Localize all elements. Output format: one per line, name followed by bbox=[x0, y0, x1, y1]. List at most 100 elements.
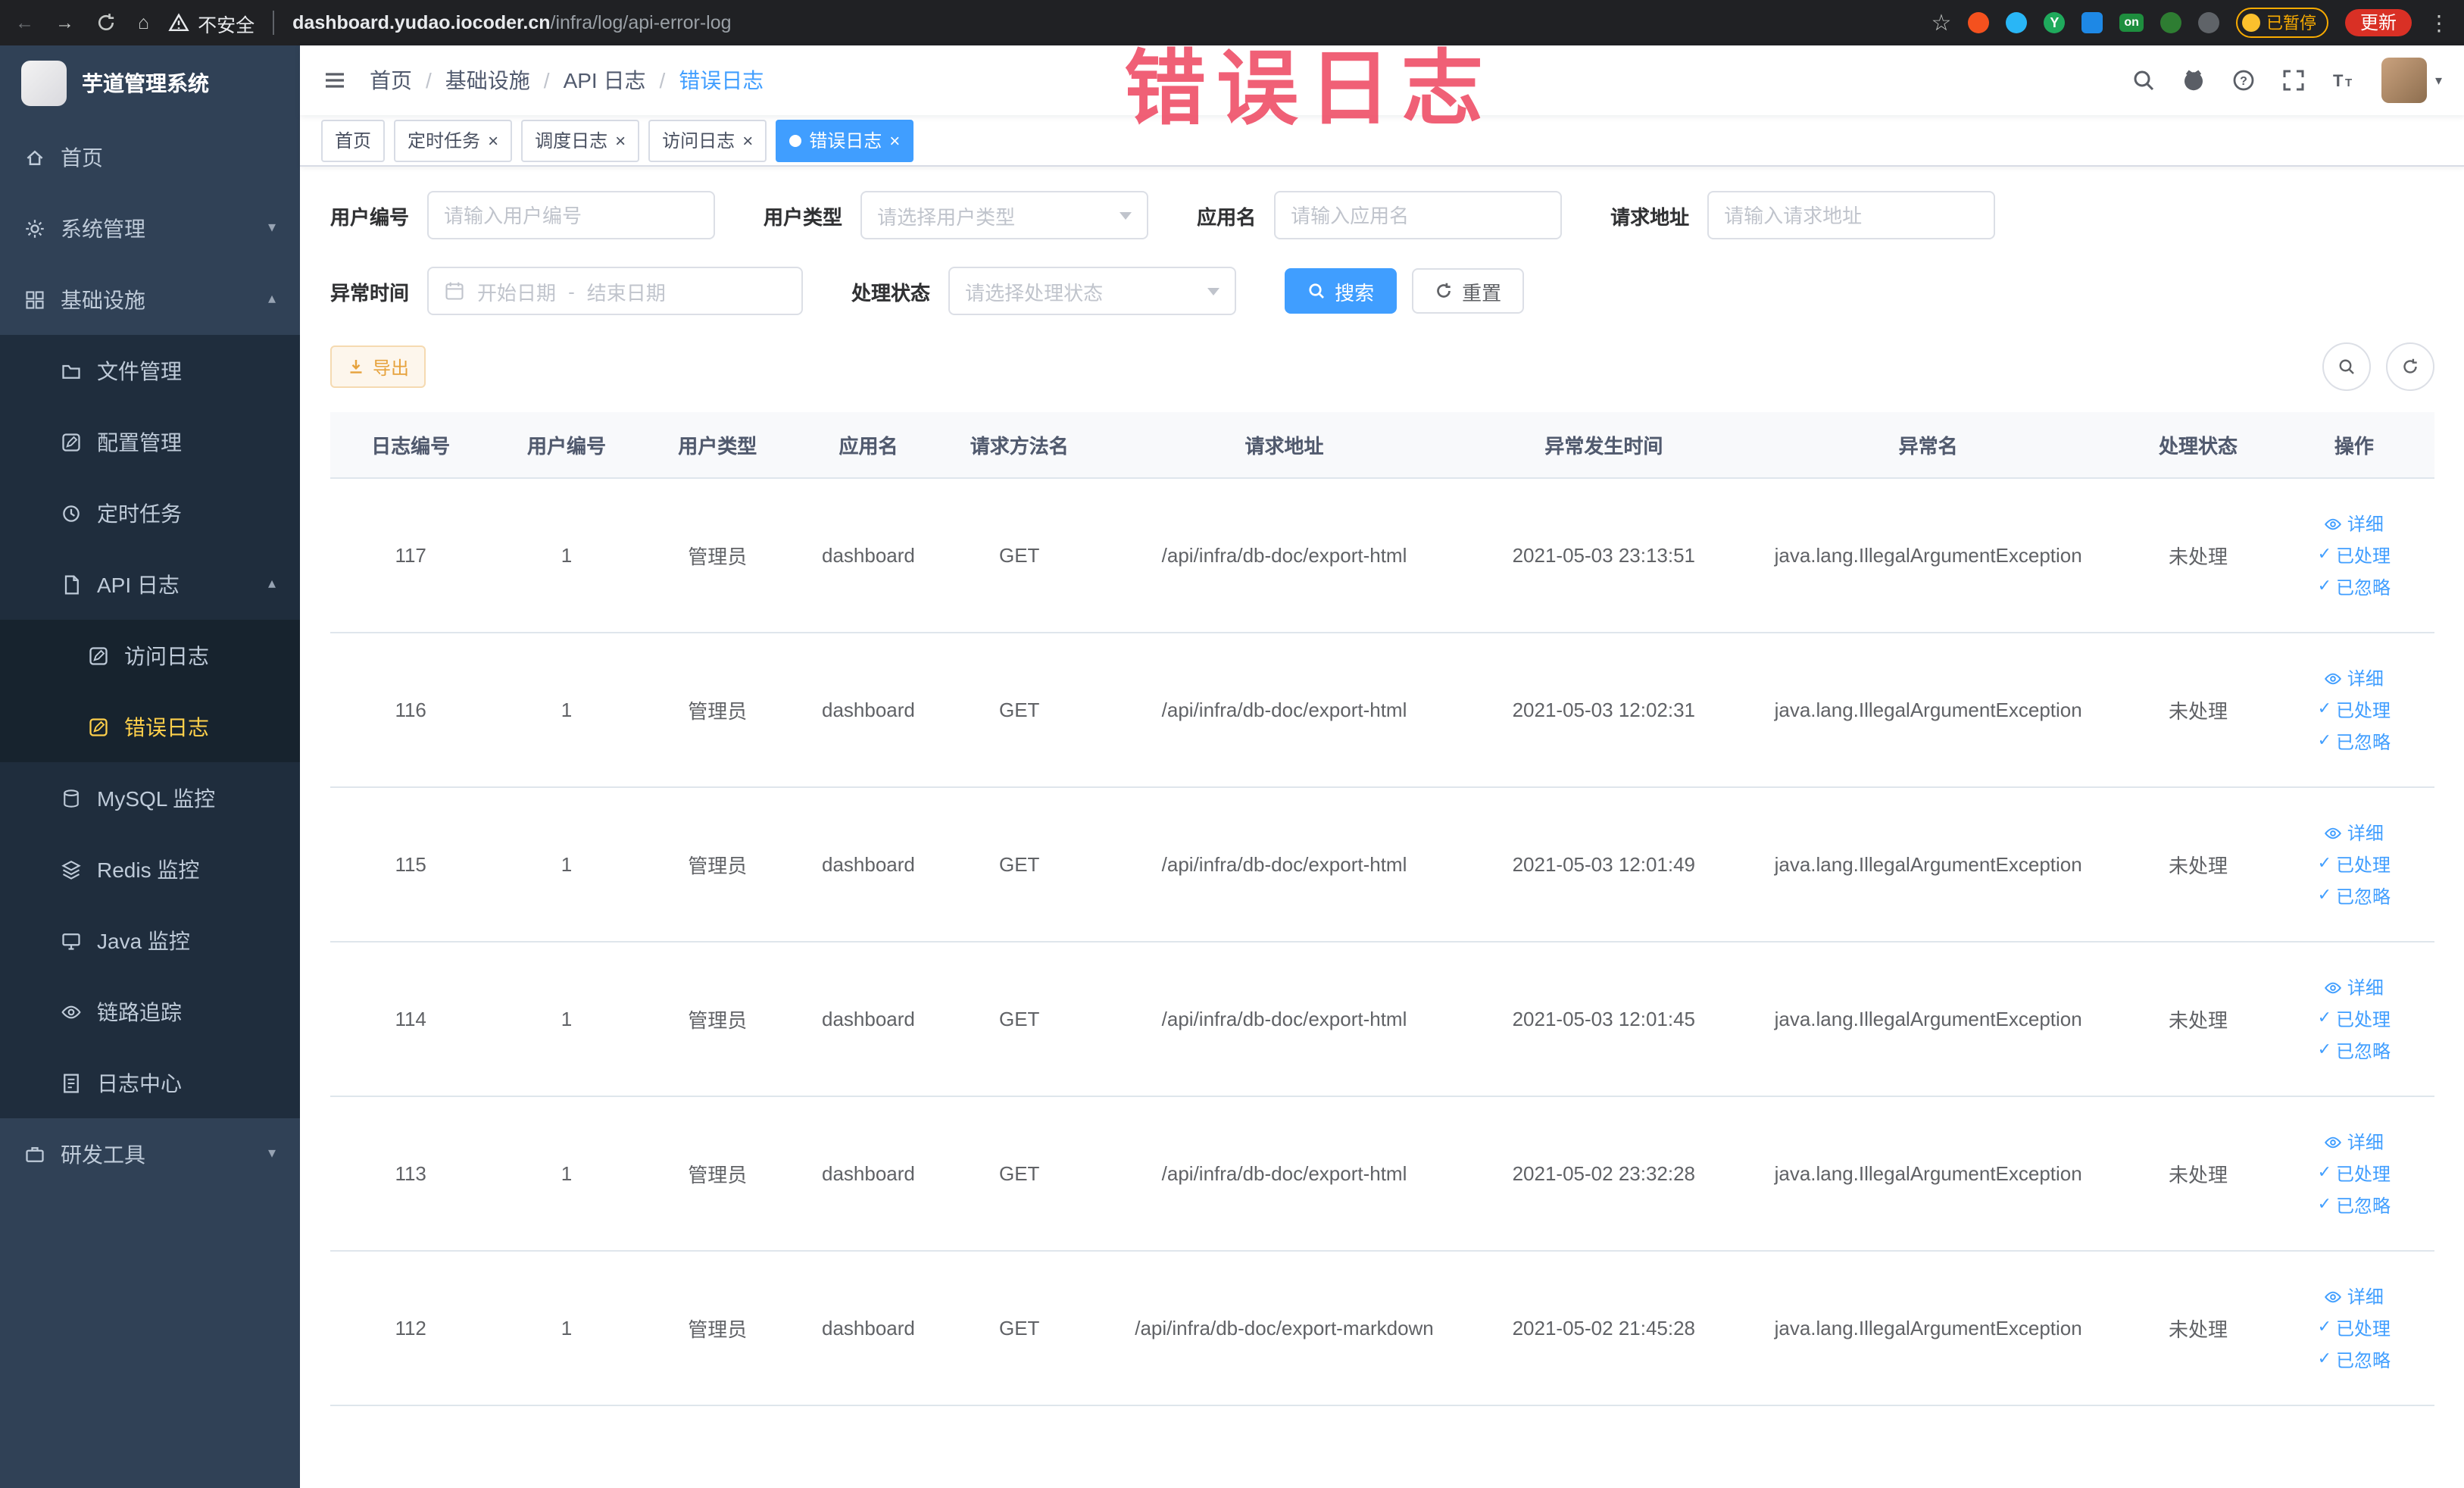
reset-button[interactable]: 重置 bbox=[1412, 268, 1525, 314]
extension-icon[interactable] bbox=[2160, 12, 2181, 33]
sidebar-item-log-center[interactable]: 日志中心 bbox=[0, 1047, 300, 1118]
sidebar-item-infra[interactable]: 基础设施 ▴ bbox=[0, 264, 300, 335]
home-button[interactable]: ⌂ bbox=[138, 12, 149, 33]
app-name-input[interactable] bbox=[1274, 191, 1563, 239]
extension-icon[interactable] bbox=[2006, 12, 2028, 33]
mark-ignored-link[interactable]: ✓ 已忽略 bbox=[2318, 1193, 2391, 1218]
back-button[interactable]: ← bbox=[15, 12, 34, 33]
detail-link[interactable]: 详细 bbox=[2325, 974, 2384, 1000]
mark-ignored-link[interactable]: ✓ 已忽略 bbox=[2318, 729, 2391, 755]
paused-badge[interactable]: 已暂停 bbox=[2235, 8, 2328, 38]
browser-menu-dots[interactable]: ⋮ bbox=[2428, 10, 2450, 36]
sidebar-item-tracing[interactable]: 链路追踪 bbox=[0, 976, 300, 1047]
column-header: 用户类型 bbox=[678, 435, 757, 458]
user-id-input[interactable] bbox=[427, 191, 716, 239]
sidebar-item-scheduled-jobs[interactable]: 定时任务 bbox=[0, 477, 300, 549]
mark-processed-link[interactable]: ✓ 已处理 bbox=[2318, 542, 2391, 568]
detail-link[interactable]: 详细 bbox=[2325, 1283, 2384, 1309]
app-logo[interactable]: 芋道管理系统 bbox=[0, 45, 300, 121]
address-bar[interactable]: dashboard.yudao.iocoder.cn/infra/log/api… bbox=[292, 12, 731, 33]
breadcrumb-item-home[interactable]: 首页 bbox=[370, 65, 412, 95]
filter-label: 用户编号 bbox=[330, 205, 410, 228]
user-type-select[interactable]: 请选择用户类型 bbox=[860, 191, 1149, 239]
sidebar-item-error-log[interactable]: 错误日志 bbox=[0, 691, 300, 762]
document-lines-icon bbox=[64, 1073, 79, 1093]
question-circle-icon: ? bbox=[2234, 70, 2255, 91]
mark-ignored-link[interactable]: ✓ 已忽略 bbox=[2318, 574, 2391, 600]
eye-icon bbox=[2325, 517, 2342, 530]
mark-processed-link[interactable]: ✓ 已处理 bbox=[2318, 1161, 2391, 1186]
breadcrumb-item-infra[interactable]: 基础设施 bbox=[445, 65, 530, 95]
cell-user-type: 管理员 bbox=[688, 1318, 748, 1341]
tab-scheduled-jobs[interactable]: 定时任务 × bbox=[394, 119, 513, 161]
cell-request-url: /api/infra/db-doc/export-html bbox=[1161, 1162, 1407, 1185]
hamburger-button[interactable] bbox=[323, 68, 347, 92]
sidebar-item-api-log[interactable]: API 日志 ▴ bbox=[0, 549, 300, 620]
tab-close-icon[interactable]: × bbox=[889, 131, 900, 149]
export-button[interactable]: 导出 bbox=[330, 345, 426, 388]
user-menu[interactable]: ▾ bbox=[2381, 58, 2442, 103]
sidebar-item-file-management[interactable]: 文件管理 bbox=[0, 335, 300, 406]
extensions-puzzle-icon[interactable] bbox=[2197, 12, 2219, 33]
extension-icon[interactable]: Y bbox=[2044, 12, 2066, 33]
process-status-select[interactable]: 请选择处理状态 bbox=[948, 267, 1237, 315]
sidebar-label: Redis 监控 bbox=[97, 857, 200, 881]
mark-processed-link[interactable]: ✓ 已处理 bbox=[2318, 852, 2391, 877]
mark-processed-link[interactable]: ✓ 已处理 bbox=[2318, 1006, 2391, 1032]
sidebar-item-config-management[interactable]: 配置管理 bbox=[0, 406, 300, 477]
mark-processed-link[interactable]: ✓ 已处理 bbox=[2318, 1315, 2391, 1341]
sidebar-label: 日志中心 bbox=[97, 1071, 182, 1095]
detail-link[interactable]: 详细 bbox=[2325, 665, 2384, 691]
request-url-input[interactable] bbox=[1707, 191, 1996, 239]
refresh-icon bbox=[2403, 358, 2417, 374]
sidebar-item-access-log[interactable]: 访问日志 bbox=[0, 620, 300, 691]
sidebar-label: 系统管理 bbox=[61, 216, 145, 240]
site-security-chip[interactable]: 不安全 bbox=[167, 8, 255, 37]
date-range-picker[interactable]: 开始日期 - 结束日期 bbox=[427, 267, 804, 315]
breadcrumb-item-api-log[interactable]: API 日志 bbox=[564, 65, 646, 95]
column-header: 请求地址 bbox=[1244, 435, 1324, 458]
tab-close-icon[interactable]: × bbox=[488, 131, 498, 149]
help-button[interactable]: ? bbox=[2232, 68, 2256, 92]
forward-button[interactable]: → bbox=[55, 12, 74, 33]
sidebar-item-dev-tools[interactable]: 研发工具 ▾ bbox=[0, 1118, 300, 1189]
cell-log-id: 116 bbox=[395, 699, 426, 721]
fullscreen-button[interactable] bbox=[2282, 68, 2306, 92]
font-size-button[interactable]: TT bbox=[2332, 68, 2356, 92]
sidebar-item-mysql-monitor[interactable]: MySQL 监控 bbox=[0, 762, 300, 833]
detail-link[interactable]: 详细 bbox=[2325, 1129, 2384, 1155]
sidebar-item-redis-monitor[interactable]: Redis 监控 bbox=[0, 833, 300, 905]
mark-ignored-link[interactable]: ✓ 已忽略 bbox=[2318, 883, 2391, 909]
check-icon: ✓ bbox=[2317, 732, 2332, 750]
extension-on-badge[interactable]: on bbox=[2119, 14, 2144, 32]
reload-button[interactable] bbox=[95, 12, 117, 33]
refresh-table-button[interactable] bbox=[2386, 342, 2434, 391]
sidebar-item-java-monitor[interactable]: Java 监控 bbox=[0, 905, 300, 976]
filter-app-name: 应用名 bbox=[1197, 191, 1563, 239]
tab-home[interactable]: 首页 bbox=[321, 119, 386, 161]
cell-app-name: dashboard bbox=[822, 1317, 915, 1340]
detail-link[interactable]: 详细 bbox=[2325, 511, 2384, 536]
toggle-search-button[interactable] bbox=[2322, 342, 2371, 391]
mark-ignored-link[interactable]: ✓ 已忽略 bbox=[2318, 1038, 2391, 1064]
browser-update-button[interactable]: 更新 bbox=[2344, 9, 2412, 36]
tab-close-icon[interactable]: × bbox=[615, 131, 626, 149]
tab-error-log[interactable]: 错误日志 × bbox=[776, 119, 914, 161]
tab-schedule-log[interactable]: 调度日志 × bbox=[521, 119, 640, 161]
tab-close-icon[interactable]: × bbox=[742, 131, 753, 149]
mark-ignored-link[interactable]: ✓ 已忽略 bbox=[2318, 1347, 2391, 1373]
tab-access-log[interactable]: 访问日志 × bbox=[648, 119, 767, 161]
bookmark-star-icon[interactable]: ☆ bbox=[1932, 11, 1952, 34]
sidebar-item-system[interactable]: 系统管理 ▾ bbox=[0, 192, 300, 264]
cell-request-url: /api/infra/db-doc/export-html bbox=[1161, 699, 1407, 721]
extension-icon[interactable] bbox=[1968, 12, 1990, 33]
mark-processed-link[interactable]: ✓ 已处理 bbox=[2318, 697, 2391, 723]
search-button[interactable]: 搜索 bbox=[1285, 268, 1398, 314]
sidebar-item-home[interactable]: 首页 bbox=[0, 121, 300, 192]
edit-square-icon bbox=[62, 433, 80, 451]
github-link[interactable] bbox=[2182, 68, 2206, 92]
detail-link[interactable]: 详细 bbox=[2325, 820, 2384, 846]
extension-icon[interactable] bbox=[2081, 12, 2103, 33]
header-search-button[interactable] bbox=[2132, 68, 2156, 92]
row-actions: 详细 ✓ 已处理 ✓ 已忽略 bbox=[2280, 1129, 2428, 1218]
